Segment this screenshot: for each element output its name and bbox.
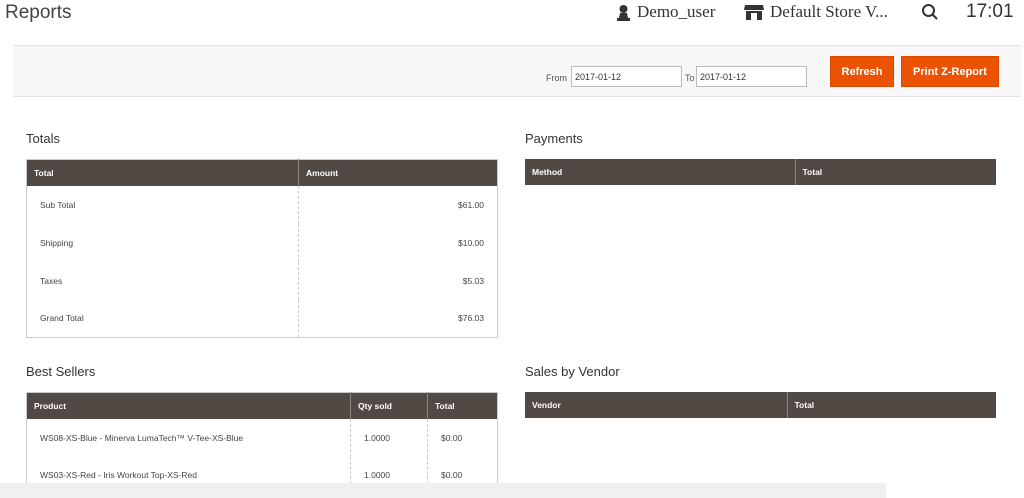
table-row: WS08-XS-Blue - Minerva LumaTech™ V-Tee-X… — [26, 418, 498, 457]
cell: $0.00 — [441, 432, 463, 443]
cell: 1.0000 — [350, 418, 428, 457]
user-menu[interactable]: Demo_user — [616, 2, 715, 22]
best-sellers-table: Product Qty sold Total WS08-XS-Blue - Mine… — [26, 392, 498, 495]
totals-title: Totals — [26, 131, 60, 146]
table-row: Sub Total $61.00 — [26, 185, 498, 224]
table-row: Grand Total $76.03 — [26, 299, 498, 338]
table-row: Shipping $10.00 — [26, 223, 498, 262]
totals-table: Total Amount Sub Total $61.00 Shipping $10.… — [26, 159, 498, 338]
from-date-input[interactable]: 2017-01-12 — [571, 66, 682, 87]
col-total: Total — [795, 159, 996, 185]
to-label: To — [685, 73, 695, 83]
from-label: From — [546, 73, 567, 83]
horizontal-scrollbar[interactable] — [0, 483, 886, 498]
table-row: Taxes $5.03 — [26, 261, 498, 300]
cell: Shipping — [26, 223, 299, 262]
cell: $76.03 — [458, 313, 484, 324]
to-date-input[interactable]: 2017-01-12 — [696, 66, 807, 87]
cell: $61.00 — [458, 199, 484, 210]
page-title: Reports — [5, 2, 72, 23]
cell: $10.00 — [458, 237, 484, 248]
cell: Grand Total — [26, 299, 299, 338]
best-sellers-title: Best Sellers — [26, 364, 96, 379]
user-name: Demo_user — [637, 2, 716, 21]
store-icon — [744, 4, 764, 20]
col-qty: Qty sold — [350, 392, 428, 419]
cell: WS08-XS-Blue - Minerva LumaTech™ V-Tee-X… — [26, 418, 351, 457]
payments-title: Payments — [525, 131, 583, 146]
col-product: Product — [26, 392, 351, 419]
sales-by-vendor-title: Sales by Vendor — [525, 364, 620, 379]
col-total: Total — [427, 392, 498, 419]
payments-table: Method Total — [525, 159, 996, 185]
toolbar: From 2017-01-12 To 2017-01-12 Refresh Pr… — [13, 45, 1021, 97]
store-name: Default Store V... — [770, 2, 888, 21]
col-vendor: Vendor — [525, 392, 788, 418]
cell: Sub Total — [26, 185, 299, 224]
col-amount: Amount — [298, 159, 498, 186]
clock: 17:01 — [966, 1, 1014, 22]
col-total: Total — [787, 392, 996, 418]
cell: Taxes — [26, 261, 299, 300]
print-z-report-button[interactable]: Print Z-Report — [901, 56, 999, 87]
col-total: Total — [26, 159, 299, 186]
user-icon — [617, 4, 630, 21]
refresh-button[interactable]: Refresh — [830, 56, 894, 87]
store-switcher[interactable]: Default Store V... — [744, 2, 888, 22]
vendor-table: Vendor Total — [525, 392, 996, 418]
col-method: Method — [525, 159, 796, 185]
cell: $5.03 — [462, 275, 484, 286]
search-icon[interactable] — [921, 3, 939, 21]
